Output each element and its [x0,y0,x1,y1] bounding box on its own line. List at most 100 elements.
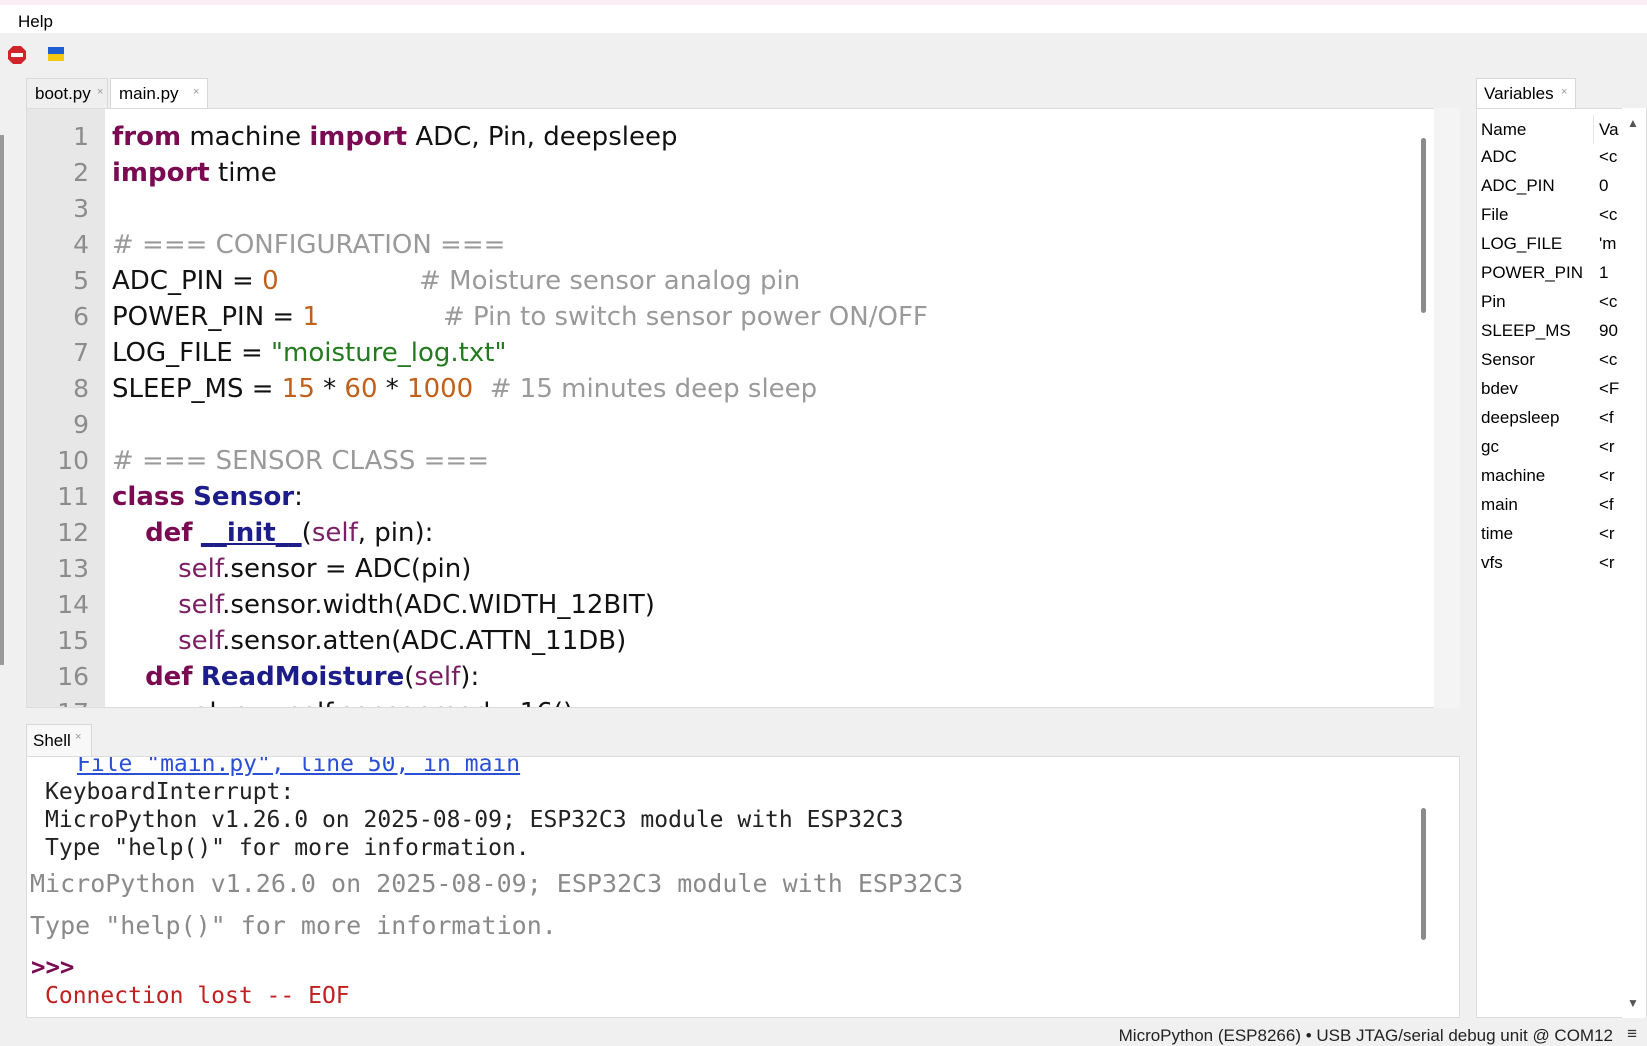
code-token: .sensor.width(ADC.WIDTH_12BIT) [222,590,655,620]
variable-row[interactable]: Pin <c [1477,287,1621,316]
ukraine-flag-icon[interactable] [48,46,64,62]
column-header-value[interactable]: Va [1599,115,1621,144]
tab-shell[interactable]: Shell × [26,724,92,756]
variable-row[interactable]: LOG_FILE 'm [1477,229,1621,258]
code-token: def [145,518,193,548]
line-number: 4 [73,230,89,259]
stop-icon[interactable] [8,46,26,64]
variable-row[interactable]: deepsleep <f [1477,403,1621,432]
code-token: 1 [302,302,320,332]
variable-row[interactable]: ADC <c [1477,142,1621,171]
code-line: SLEEP_MS = 15 * 60 * 1000 # 15 minutes d… [112,371,817,407]
code-token: self [311,518,358,548]
shell-banner-line: Type "help()" for more information. [30,911,557,940]
code-token: class [112,482,185,512]
code-comment: # Moisture sensor analog pin [419,266,801,296]
variable-name: main [1481,495,1518,514]
shell-scrollbar-thumb[interactable] [1421,808,1426,940]
code-line: class Sensor: [112,479,303,515]
code-comment: # 15 minutes deep sleep [489,374,818,404]
variable-value: 90 [1599,321,1618,340]
variable-row[interactable]: File <c [1477,200,1621,229]
editor-scrollbar-thumb[interactable] [1421,138,1426,313]
code-token: ( [404,662,415,692]
code-token: * [377,374,408,404]
code-string: "moisture_log.txt" [271,338,507,368]
line-number: 3 [73,194,89,223]
editor-scrollbar-track[interactable] [1434,108,1460,708]
column-divider[interactable] [1593,115,1594,144]
variable-name: File [1481,205,1509,224]
code-line: self.sensor.atten(ADC.ATTN_11DB) [112,623,626,659]
code-token: def [145,662,193,692]
variable-name: machine [1481,466,1546,485]
shell-banner-line: MicroPython v1.26.0 on 2025-08-09; ESP32… [30,869,964,898]
line-number: 16 [57,662,89,691]
code-line: from machine import ADC, Pin, deepsleep [112,119,677,155]
variable-row[interactable]: Sensor <c [1477,345,1621,374]
close-icon[interactable]: × [193,77,199,107]
code-token: self [178,554,223,584]
variable-row[interactable]: time <r [1477,519,1621,548]
line-number: 7 [73,338,89,367]
variable-value: 1 [1599,263,1609,282]
code-token: self [178,626,223,656]
tab-main-py[interactable]: main.py × [110,78,208,108]
variable-name: bdev [1481,379,1518,398]
variable-row[interactable]: bdev <F [1477,374,1621,403]
variable-row[interactable]: main <f [1477,490,1621,519]
tab-boot-py[interactable]: boot.py × [26,78,108,108]
interpreter-status[interactable]: MicroPython (ESP8266) • USB JTAG/serial … [1119,1026,1613,1046]
code-token: ADC_PIN = [112,266,263,296]
code-token: 1000 [407,374,474,404]
scroll-up-arrow-icon[interactable]: ▲ [1627,116,1639,130]
close-icon[interactable]: × [1561,77,1567,107]
variable-name: time [1481,524,1514,543]
tab-label: boot.py [35,84,91,103]
line-number: 2 [73,158,89,187]
code-token: self [178,590,223,620]
variable-value: <r [1599,524,1615,543]
variable-name: deepsleep [1481,408,1560,427]
code-token: machine [181,122,310,152]
tab-variables[interactable]: Variables × [1476,78,1576,108]
variable-row[interactable]: gc <r [1477,432,1621,461]
code-editor[interactable]: 1 2 3 4 5 6 7 8 9 10 11 12 13 14 15 16 1… [26,108,1460,708]
variable-value: <r [1599,553,1615,572]
variable-row[interactable]: machine <r [1477,461,1621,490]
code-token: ReadMoisture [200,662,405,692]
scroll-down-arrow-icon[interactable]: ▼ [1627,996,1639,1010]
variable-row[interactable]: SLEEP_MS 90 [1477,316,1621,345]
variable-row[interactable]: POWER_PIN 1 [1477,258,1621,287]
column-header-name[interactable]: Name [1481,115,1526,144]
variable-row[interactable]: ADC_PIN 0 [1477,171,1621,200]
code-token: SLEEP_MS = [112,374,282,404]
shell-prompt[interactable]: >>> [31,953,74,981]
code-line: self.sensor = ADC(pin) [112,551,471,587]
variable-value: 'm [1599,234,1617,253]
tab-label: Variables [1484,84,1554,103]
line-number: 11 [57,482,89,511]
line-number: 5 [73,266,89,295]
close-icon[interactable]: × [75,721,81,753]
line-number: 8 [73,374,89,403]
variables-scrollbar-track[interactable] [1622,108,1646,1018]
variable-row[interactable]: vfs <r [1477,548,1621,577]
variable-value: <c [1599,147,1618,166]
hamburger-menu-icon[interactable]: ≡ [1627,1024,1637,1044]
shell-line: Type "help()" for more information. [45,835,530,861]
variable-value: <c [1599,292,1618,311]
shell-console[interactable]: File "main.py", line 50, in main Keyboar… [26,756,1460,1018]
menu-help[interactable]: Help [18,12,53,32]
close-icon[interactable]: × [97,77,103,107]
code-token: 0 [262,266,279,296]
traceback-link[interactable]: File "main.py", line 50, in main [77,757,520,777]
variables-header: Name Va [1477,115,1621,144]
line-number: 1 [73,122,89,151]
code-token: .sensor = ADC(pin) [222,554,472,584]
